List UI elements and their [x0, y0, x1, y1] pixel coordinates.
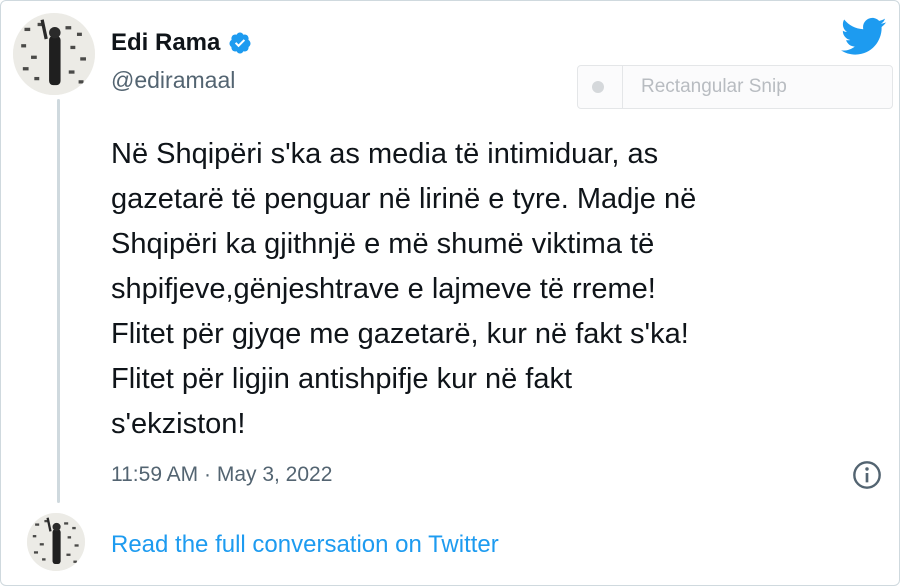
read-full-conversation-link[interactable]: Read the full conversation on Twitter: [111, 531, 499, 559]
author-handle[interactable]: @ediramaal: [111, 67, 235, 94]
thread-connector-line: [57, 99, 60, 503]
snip-mode-label: Rectangular Snip: [641, 76, 787, 97]
rectangular-snip-overlay[interactable]: Rectangular Snip: [577, 65, 893, 109]
verified-badge-icon: [229, 32, 251, 54]
author-name-row[interactable]: Edi Rama: [111, 29, 252, 57]
tweet-timestamp[interactable]: 11:59 AM · May 3, 2022: [111, 463, 332, 487]
snip-mode-icon: [592, 81, 604, 93]
author-name[interactable]: Edi Rama: [111, 29, 220, 57]
info-icon[interactable]: [851, 459, 883, 491]
author-avatar[interactable]: [13, 13, 95, 95]
snip-divider: [622, 66, 623, 108]
author-photo: [13, 13, 95, 95]
tweet-card: Edi Rama @ediramaal Rectangular Snip Në …: [0, 0, 900, 586]
twitter-bird-icon[interactable]: [841, 17, 887, 57]
footer-avatar[interactable]: [27, 513, 85, 571]
author-photo-small: [27, 513, 85, 571]
tweet-text: Në Shqipëri s'ka as media të intimiduar,…: [111, 138, 697, 440]
